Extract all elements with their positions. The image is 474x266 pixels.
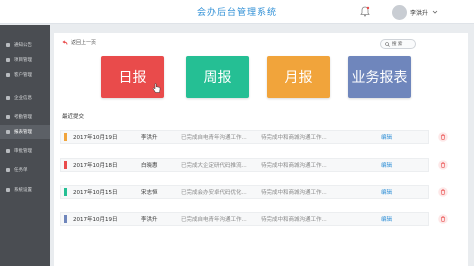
row-todo: 待完成中和商城沟通工作...: [261, 163, 327, 169]
row-color-marker: [64, 133, 67, 141]
attendance-icon: [6, 115, 10, 119]
sidebar-item-label: 审批管理: [14, 149, 32, 154]
sidebar-item-notices[interactable]: 通知公告: [0, 38, 50, 52]
row-color-marker: [64, 188, 67, 196]
row-person: 李洪升: [141, 135, 158, 141]
sidebar-item-label: 报表管理: [14, 130, 32, 135]
company-icon: [6, 96, 10, 100]
monthly-report-tile[interactable]: 月报: [267, 56, 330, 98]
row-todo: 待完成中和商城沟通工作...: [261, 217, 327, 223]
back-label[interactable]: 返回上一页: [71, 39, 96, 46]
customer-icon: [6, 73, 10, 77]
hand-cursor-icon: [152, 83, 161, 93]
row-summary: 已完成大企定研代码推流...: [181, 163, 247, 169]
sidebar-item-reports[interactable]: 报表管理: [0, 125, 50, 139]
sidebar-item-company[interactable]: 企业信息: [0, 91, 50, 105]
row-date: 2017年10月18日: [73, 163, 118, 169]
row-summary: 已完成自电青年沟通工作...: [181, 135, 247, 141]
avatar[interactable]: [392, 4, 407, 20]
back-link[interactable]: 返回上一页: [62, 39, 96, 46]
search-button[interactable]: 搜 索: [380, 39, 416, 49]
table-row[interactable]: 2017年10月19日 李洪升 已完成自电青年沟通工作... 待完成中和商城沟通…: [60, 212, 429, 226]
user-name[interactable]: 李洪升: [410, 8, 428, 17]
search-icon: [385, 41, 390, 47]
sidebar-item-tasks[interactable]: 任务单: [0, 163, 50, 177]
sidebar-item-label: 考勤管理: [14, 115, 32, 120]
row-color-marker: [64, 161, 67, 169]
user-menu[interactable]: 李洪升: [392, 4, 438, 20]
row-summary: 已完成会办安卓代码优化...: [181, 190, 247, 196]
sidebar-item-label: 客户管理: [14, 73, 32, 78]
sidebar-item-label: 通知公告: [14, 43, 32, 48]
notice-icon: [6, 43, 10, 47]
edit-link[interactable]: 编辑: [381, 215, 392, 223]
row-todo: 待完成中和商城沟通工作...: [261, 190, 327, 196]
bell-icon[interactable]: [360, 6, 370, 17]
report-panel: 返回上一页 搜 索 日报 周报 月报 业务报表 最近提交 2017年10月19日…: [54, 33, 468, 266]
report-icon: [6, 130, 10, 134]
edit-link[interactable]: 编辑: [381, 133, 392, 141]
search-label[interactable]: 搜 索: [392, 41, 402, 47]
trash-icon[interactable]: [438, 160, 448, 170]
sidebar-item-approvals[interactable]: 审批管理: [0, 144, 50, 158]
table-row[interactable]: 2017年10月19日 李洪升 已完成自电青年沟通工作... 待完成中和商城沟通…: [60, 130, 429, 144]
sidebar-item-projects[interactable]: 项目管理: [0, 53, 50, 67]
row-color-marker: [64, 215, 67, 223]
sidebar: 通知公告 项目管理 客户管理 企业信息 考勤管理 报表管理 审批管理 任务单 系…: [0, 25, 50, 266]
settings-icon: [6, 188, 10, 192]
row-person: 李洪升: [141, 217, 158, 223]
row-date: 2017年10月15日: [73, 190, 118, 196]
recent-section-title: 最近提交: [62, 114, 85, 120]
weekly-report-tile[interactable]: 周报: [186, 56, 249, 98]
main-content: 返回上一页 搜 索 日报 周报 月报 业务报表 最近提交 2017年10月19日…: [50, 25, 474, 266]
edit-link[interactable]: 编辑: [381, 188, 392, 196]
sidebar-item-customers[interactable]: 客户管理: [0, 68, 50, 82]
business-report-tile[interactable]: 业务报表: [348, 56, 411, 98]
approval-icon: [6, 149, 10, 153]
sidebar-item-attendance[interactable]: 考勤管理: [0, 110, 50, 124]
row-person: 白晓惠: [141, 163, 158, 169]
trash-icon[interactable]: [438, 187, 448, 197]
row-summary: 已完成自电青年沟通工作...: [181, 217, 247, 223]
project-icon: [6, 58, 10, 62]
sidebar-item-settings[interactable]: 系统设置: [0, 183, 50, 197]
row-date: 2017年10月19日: [73, 217, 118, 223]
table-row[interactable]: 2017年10月15日 宋志恒 已完成会办安卓代码优化... 待完成中和商城沟通…: [60, 185, 429, 199]
row-todo: 待完成中和商城沟通工作...: [261, 135, 327, 141]
sidebar-item-label: 项目管理: [14, 58, 32, 63]
sidebar-item-label: 系统设置: [14, 188, 32, 193]
sidebar-item-label: 企业信息: [14, 96, 32, 101]
row-person: 宋志恒: [141, 190, 158, 196]
row-date: 2017年10月19日: [73, 135, 118, 141]
edit-link[interactable]: 编辑: [381, 161, 392, 169]
task-icon: [6, 168, 10, 172]
chevron-down-icon[interactable]: [432, 9, 438, 15]
top-bar: 会办后台管理系统 李洪升: [0, 0, 474, 24]
back-arrow-icon: [62, 39, 68, 45]
table-row[interactable]: 2017年10月18日 白晓惠 已完成大企定研代码推流... 待完成中和商城沟通…: [60, 158, 429, 172]
trash-icon[interactable]: [438, 132, 448, 142]
sidebar-item-label: 任务单: [14, 168, 28, 173]
trash-icon[interactable]: [438, 214, 448, 224]
